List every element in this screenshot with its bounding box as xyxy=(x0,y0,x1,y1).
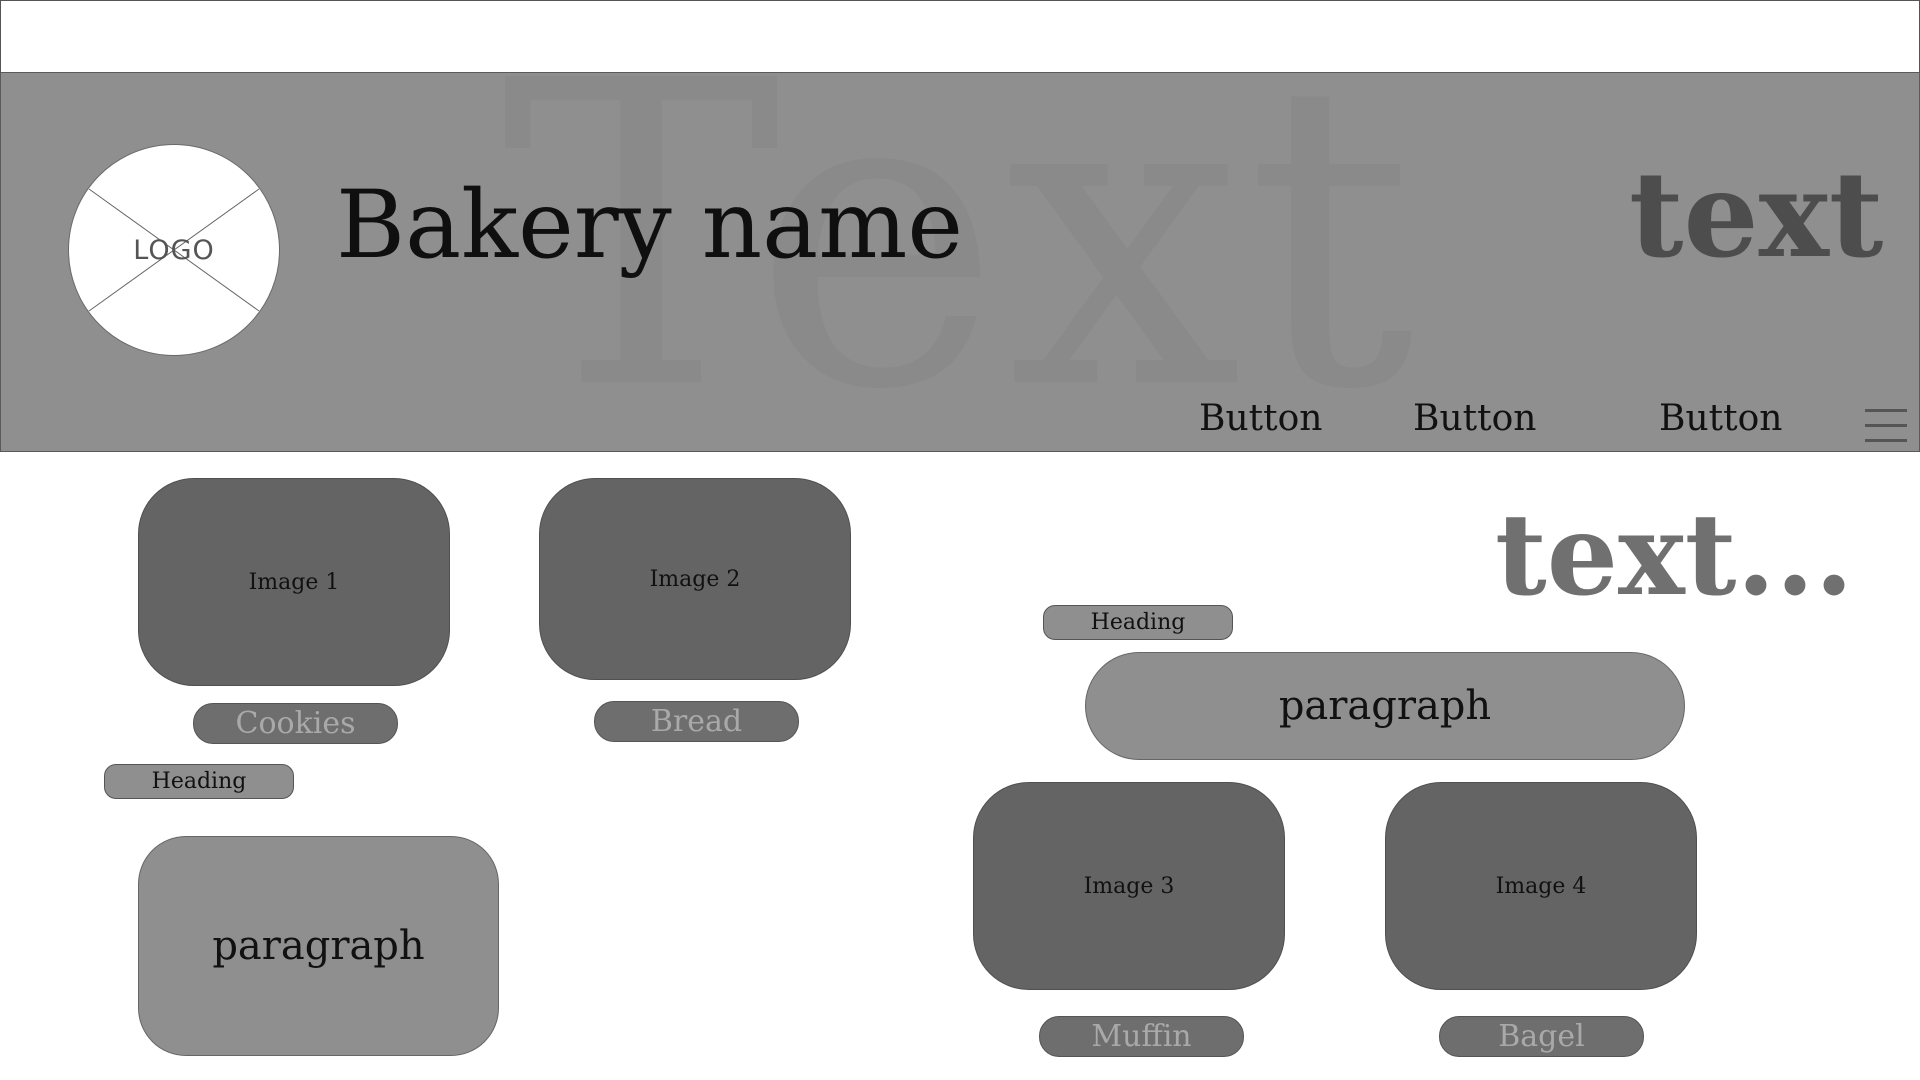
muffin-button[interactable]: Muffin xyxy=(1039,1016,1244,1057)
site-header: Text LOGO Bakery name text Button Button… xyxy=(0,72,1920,452)
hamburger-menu-icon[interactable] xyxy=(1865,409,1907,445)
nav-button-1[interactable]: Button xyxy=(1199,398,1322,439)
image-4-label: Image 4 xyxy=(1495,873,1587,899)
image-4-placeholder[interactable]: Image 4 xyxy=(1385,782,1697,990)
bagel-button[interactable]: Bagel xyxy=(1439,1016,1644,1057)
left-paragraph: paragraph xyxy=(138,836,499,1056)
nav-button-3[interactable]: Button xyxy=(1659,398,1782,439)
header-text: text xyxy=(1629,145,1884,284)
right-heading: Heading xyxy=(1043,605,1233,640)
image-3-label: Image 3 xyxy=(1083,873,1175,899)
logo-label: LOGO xyxy=(133,234,215,266)
cookies-button[interactable]: Cookies xyxy=(193,703,398,744)
logo-placeholder[interactable]: LOGO xyxy=(68,144,280,356)
image-3-placeholder[interactable]: Image 3 xyxy=(973,782,1285,990)
image-2-label: Image 2 xyxy=(649,566,741,592)
image-1-placeholder[interactable]: Image 1 xyxy=(138,478,450,686)
nav-button-2[interactable]: Button xyxy=(1413,398,1536,439)
browser-top-bar xyxy=(0,0,1920,73)
image-2-placeholder[interactable]: Image 2 xyxy=(539,478,851,680)
right-text: text... xyxy=(1495,490,1854,621)
left-heading: Heading xyxy=(104,764,294,799)
image-1-label: Image 1 xyxy=(248,569,340,595)
right-paragraph: paragraph xyxy=(1085,652,1685,760)
bread-button[interactable]: Bread xyxy=(594,701,799,742)
bakery-name-title: Bakery name xyxy=(336,171,963,280)
